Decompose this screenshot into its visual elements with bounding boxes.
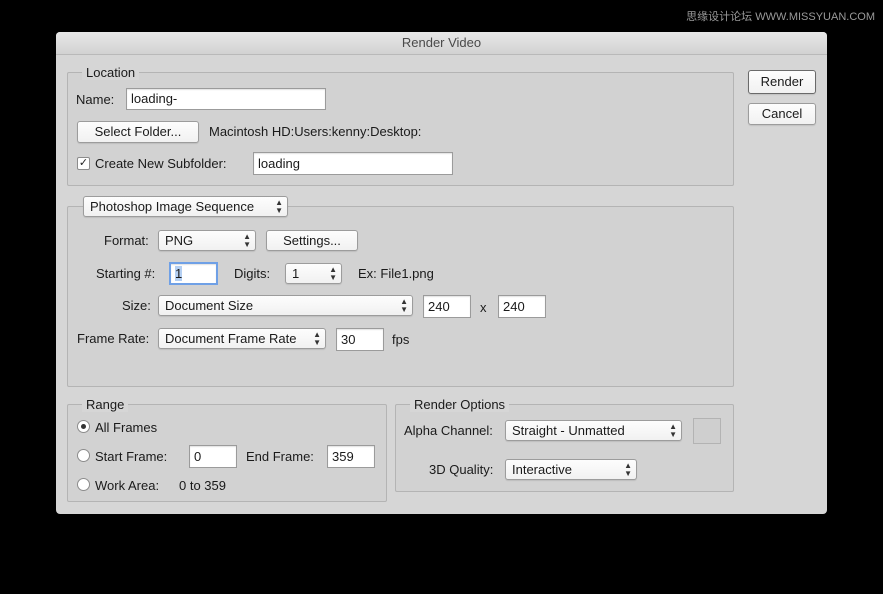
filename-example: Ex: File1.png <box>358 266 434 281</box>
size-value: Document Size <box>165 298 254 313</box>
updown-arrows-icon: ▲ ▼ <box>275 198 283 215</box>
updown-arrows-icon: ▲ ▼ <box>624 461 632 478</box>
create-subfolder-label: Create New Subfolder: <box>95 156 227 171</box>
format-label: Format: <box>104 233 149 248</box>
all-frames-label: All Frames <box>95 420 158 435</box>
starting-number-label: Starting #: <box>96 266 156 281</box>
end-frame-label: End Frame: <box>246 449 314 464</box>
start-frame-field[interactable]: 0 <box>189 445 237 468</box>
window-title: Render Video <box>56 32 827 55</box>
digits-popup[interactable]: 1 ▲ ▼ <box>285 263 342 284</box>
start-frame-radio[interactable] <box>77 449 90 462</box>
folder-path: Macintosh HD:Users:kenny:Desktop: <box>209 124 422 139</box>
size-label: Size: <box>122 298 151 313</box>
size-popup[interactable]: Document Size ▲ ▼ <box>158 295 413 316</box>
render-video-dialog: Render Video Location Name: loading- Sel… <box>56 32 827 514</box>
starting-number-field[interactable]: 1 <box>169 262 218 285</box>
frame-rate-value: Document Frame Rate <box>165 331 297 346</box>
fps-unit: fps <box>392 332 410 347</box>
updown-arrows-icon: ▲ ▼ <box>243 232 251 249</box>
3d-quality-label: 3D Quality: <box>429 462 494 477</box>
start-frame-label: Start Frame: <box>95 449 168 464</box>
3d-quality-popup[interactable]: Interactive ▲ ▼ <box>505 459 637 480</box>
frame-rate-popup[interactable]: Document Frame Rate ▲ ▼ <box>158 328 326 349</box>
cancel-button[interactable]: Cancel <box>748 103 816 125</box>
dimension-separator: x <box>480 300 487 315</box>
watermark-text: 思缘设计论坛 WWW.MISSYUAN.COM <box>686 11 875 23</box>
export-type-value: Photoshop Image Sequence <box>90 199 255 214</box>
alpha-channel-label: Alpha Channel: <box>404 423 493 438</box>
name-label: Name: <box>76 92 115 107</box>
updown-arrows-icon: ▲ ▼ <box>669 422 677 439</box>
alpha-channel-value: Straight - Unmatted <box>512 423 625 438</box>
all-frames-radio[interactable] <box>77 420 90 433</box>
updown-arrows-icon: ▲ ▼ <box>329 265 337 282</box>
select-folder-button[interactable]: Select Folder... <box>77 121 199 143</box>
updown-arrows-icon: ▲ ▼ <box>313 330 321 347</box>
name-field[interactable]: loading- <box>126 88 326 110</box>
end-frame-field[interactable]: 359 <box>327 445 375 468</box>
alpha-channel-popup[interactable]: Straight - Unmatted ▲ ▼ <box>505 420 682 441</box>
render-options-legend: Render Options <box>410 397 510 412</box>
updown-arrows-icon: ▲ ▼ <box>400 297 408 314</box>
checkmark-icon: ✓ <box>78 157 89 169</box>
work-area-label: Work Area: <box>95 478 160 493</box>
height-field[interactable]: 240 <box>498 295 546 318</box>
digits-label: Digits: <box>234 266 271 281</box>
export-type-popup[interactable]: Photoshop Image Sequence ▲ ▼ <box>83 196 288 217</box>
settings-button[interactable]: Settings... <box>266 230 358 251</box>
digits-value: 1 <box>292 266 300 281</box>
3d-quality-value: Interactive <box>512 462 572 477</box>
subfolder-field[interactable]: loading <box>253 152 453 175</box>
location-legend: Location <box>82 65 140 80</box>
format-value: PNG <box>165 233 194 248</box>
frame-rate-label: Frame Rate: <box>77 331 150 346</box>
matte-color-swatch[interactable] <box>693 418 721 444</box>
work-area-radio[interactable] <box>77 478 90 491</box>
fps-field[interactable]: 30 <box>336 328 384 351</box>
starting-number-value: 1 <box>175 266 183 281</box>
format-popup[interactable]: PNG ▲ ▼ <box>158 230 256 251</box>
radio-selected-dot <box>81 424 86 429</box>
render-button[interactable]: Render <box>748 70 816 94</box>
width-field[interactable]: 240 <box>423 295 471 318</box>
work-area-value: 0 to 359 <box>179 478 226 493</box>
range-legend: Range <box>82 397 129 412</box>
create-subfolder-checkbox[interactable]: ✓ <box>77 157 90 170</box>
